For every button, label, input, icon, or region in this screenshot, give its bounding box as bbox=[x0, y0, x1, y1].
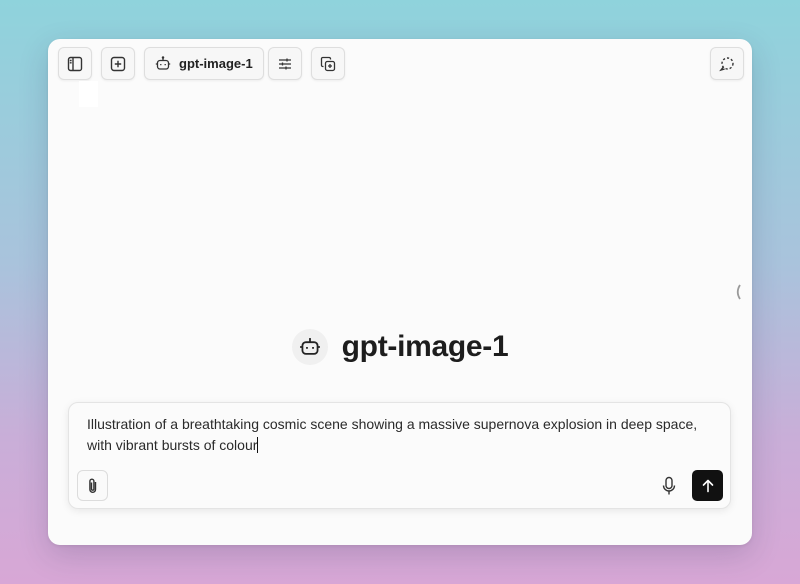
paperclip-icon bbox=[88, 478, 96, 493]
model-title: gpt-image-1 bbox=[341, 330, 509, 363]
arrow-up-icon bbox=[702, 479, 713, 492]
side-panel-handle[interactable] bbox=[734, 283, 742, 301]
prompt-text: Illustration of a breathtaking cosmic sc… bbox=[87, 416, 702, 453]
app-window: gpt-image-1 gpt-image-1 Illustration of … bbox=[48, 39, 752, 545]
sliders-icon bbox=[279, 58, 291, 69]
settings-button[interactable] bbox=[268, 47, 302, 80]
model-selector-button[interactable]: gpt-image-1 bbox=[144, 47, 264, 80]
temporary-chat-button[interactable] bbox=[710, 47, 744, 80]
model-selector-label: gpt-image-1 bbox=[179, 56, 253, 71]
attach-file-button[interactable] bbox=[77, 470, 108, 501]
message-composer[interactable]: Illustration of a breathtaking cosmic sc… bbox=[68, 402, 731, 509]
send-button[interactable] bbox=[692, 470, 723, 501]
voice-input-button[interactable] bbox=[655, 470, 683, 501]
duplicate-button[interactable] bbox=[311, 47, 345, 80]
microphone-icon bbox=[662, 476, 676, 494]
chevron-left-icon bbox=[736, 284, 741, 300]
copy-icon bbox=[320, 56, 336, 71]
toggle-sidebar-button[interactable] bbox=[58, 47, 92, 80]
bot-icon bbox=[291, 329, 328, 365]
sidebar-placeholder bbox=[79, 81, 98, 107]
prompt-input[interactable]: Illustration of a breathtaking cosmic sc… bbox=[87, 414, 717, 456]
text-caret bbox=[257, 437, 259, 453]
welcome-header: gpt-image-1 bbox=[48, 325, 752, 369]
bot-icon bbox=[155, 55, 171, 70]
dashed-circle-icon bbox=[719, 56, 734, 71]
sidebar-icon bbox=[67, 56, 83, 71]
new-chat-button[interactable] bbox=[101, 47, 135, 80]
new-chat-icon bbox=[110, 56, 126, 71]
